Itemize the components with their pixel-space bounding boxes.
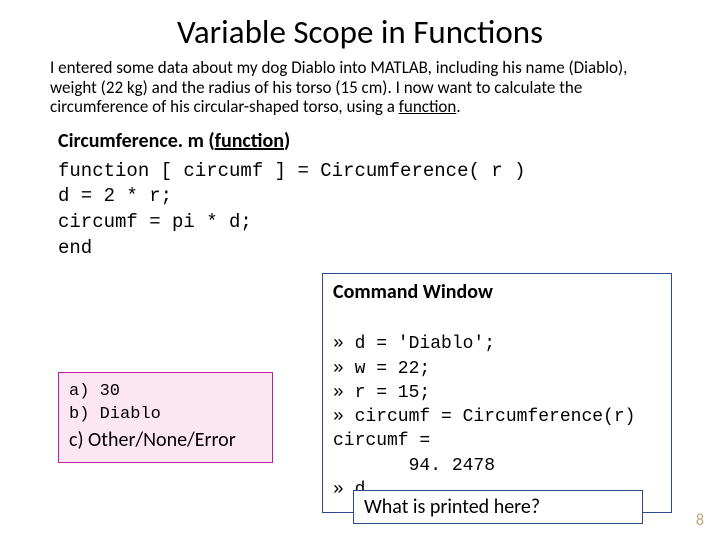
answer-a: a) 30 [69,381,262,404]
cmd-line-4: » circumf = Circumference(r) [333,407,635,427]
intro-paragraph: I entered some data about my dog Diablo … [0,52,720,117]
subtitle-text-3: ) [284,129,290,153]
cmd-line-6: 94. 2478 [333,456,495,476]
command-window-code: » d = 'Diablo'; » w = 22; » r = 15; » ci… [333,308,661,502]
code-line-4: end [58,236,720,262]
cmd-line-1: » d = 'Diablo'; [333,334,495,354]
intro-text-3: . [456,96,460,117]
code-line-2: d = 2 * r; [58,184,720,210]
answer-c: c) Other/None/Error [69,427,262,454]
code-line-3: circumf = pi * d; [58,210,720,236]
answers-box: a) 30 b) Diablo c) Other/None/Error [58,372,273,463]
cmd-line-2: » w = 22; [333,359,430,379]
answer-b: b) Diablo [69,404,262,427]
subtitle-underlined: function [215,129,284,153]
subtitle: Circumference. m (function) [0,117,720,153]
command-window-title: Command Window [333,280,661,304]
intro-underlined: function [399,96,457,117]
page-number: 8 [696,511,704,530]
function-code: function [ circumf ] = Circumference( r … [0,153,720,262]
command-window: Command Window » d = 'Diablo'; » w = 22;… [322,273,672,513]
slide-title: Variable Scope in Functions [0,0,720,52]
code-line-1: function [ circumf ] = Circumference( r … [58,159,720,185]
intro-text-1: I entered some data about my dog Diablo … [50,57,627,117]
question-box: What is printed here? [353,490,643,524]
subtitle-text-1: Circumference. m ( [58,129,215,153]
question-text: What is printed here? [364,495,540,519]
cmd-line-3: » r = 15; [333,383,430,403]
cmd-line-5: circumf = [333,431,430,451]
